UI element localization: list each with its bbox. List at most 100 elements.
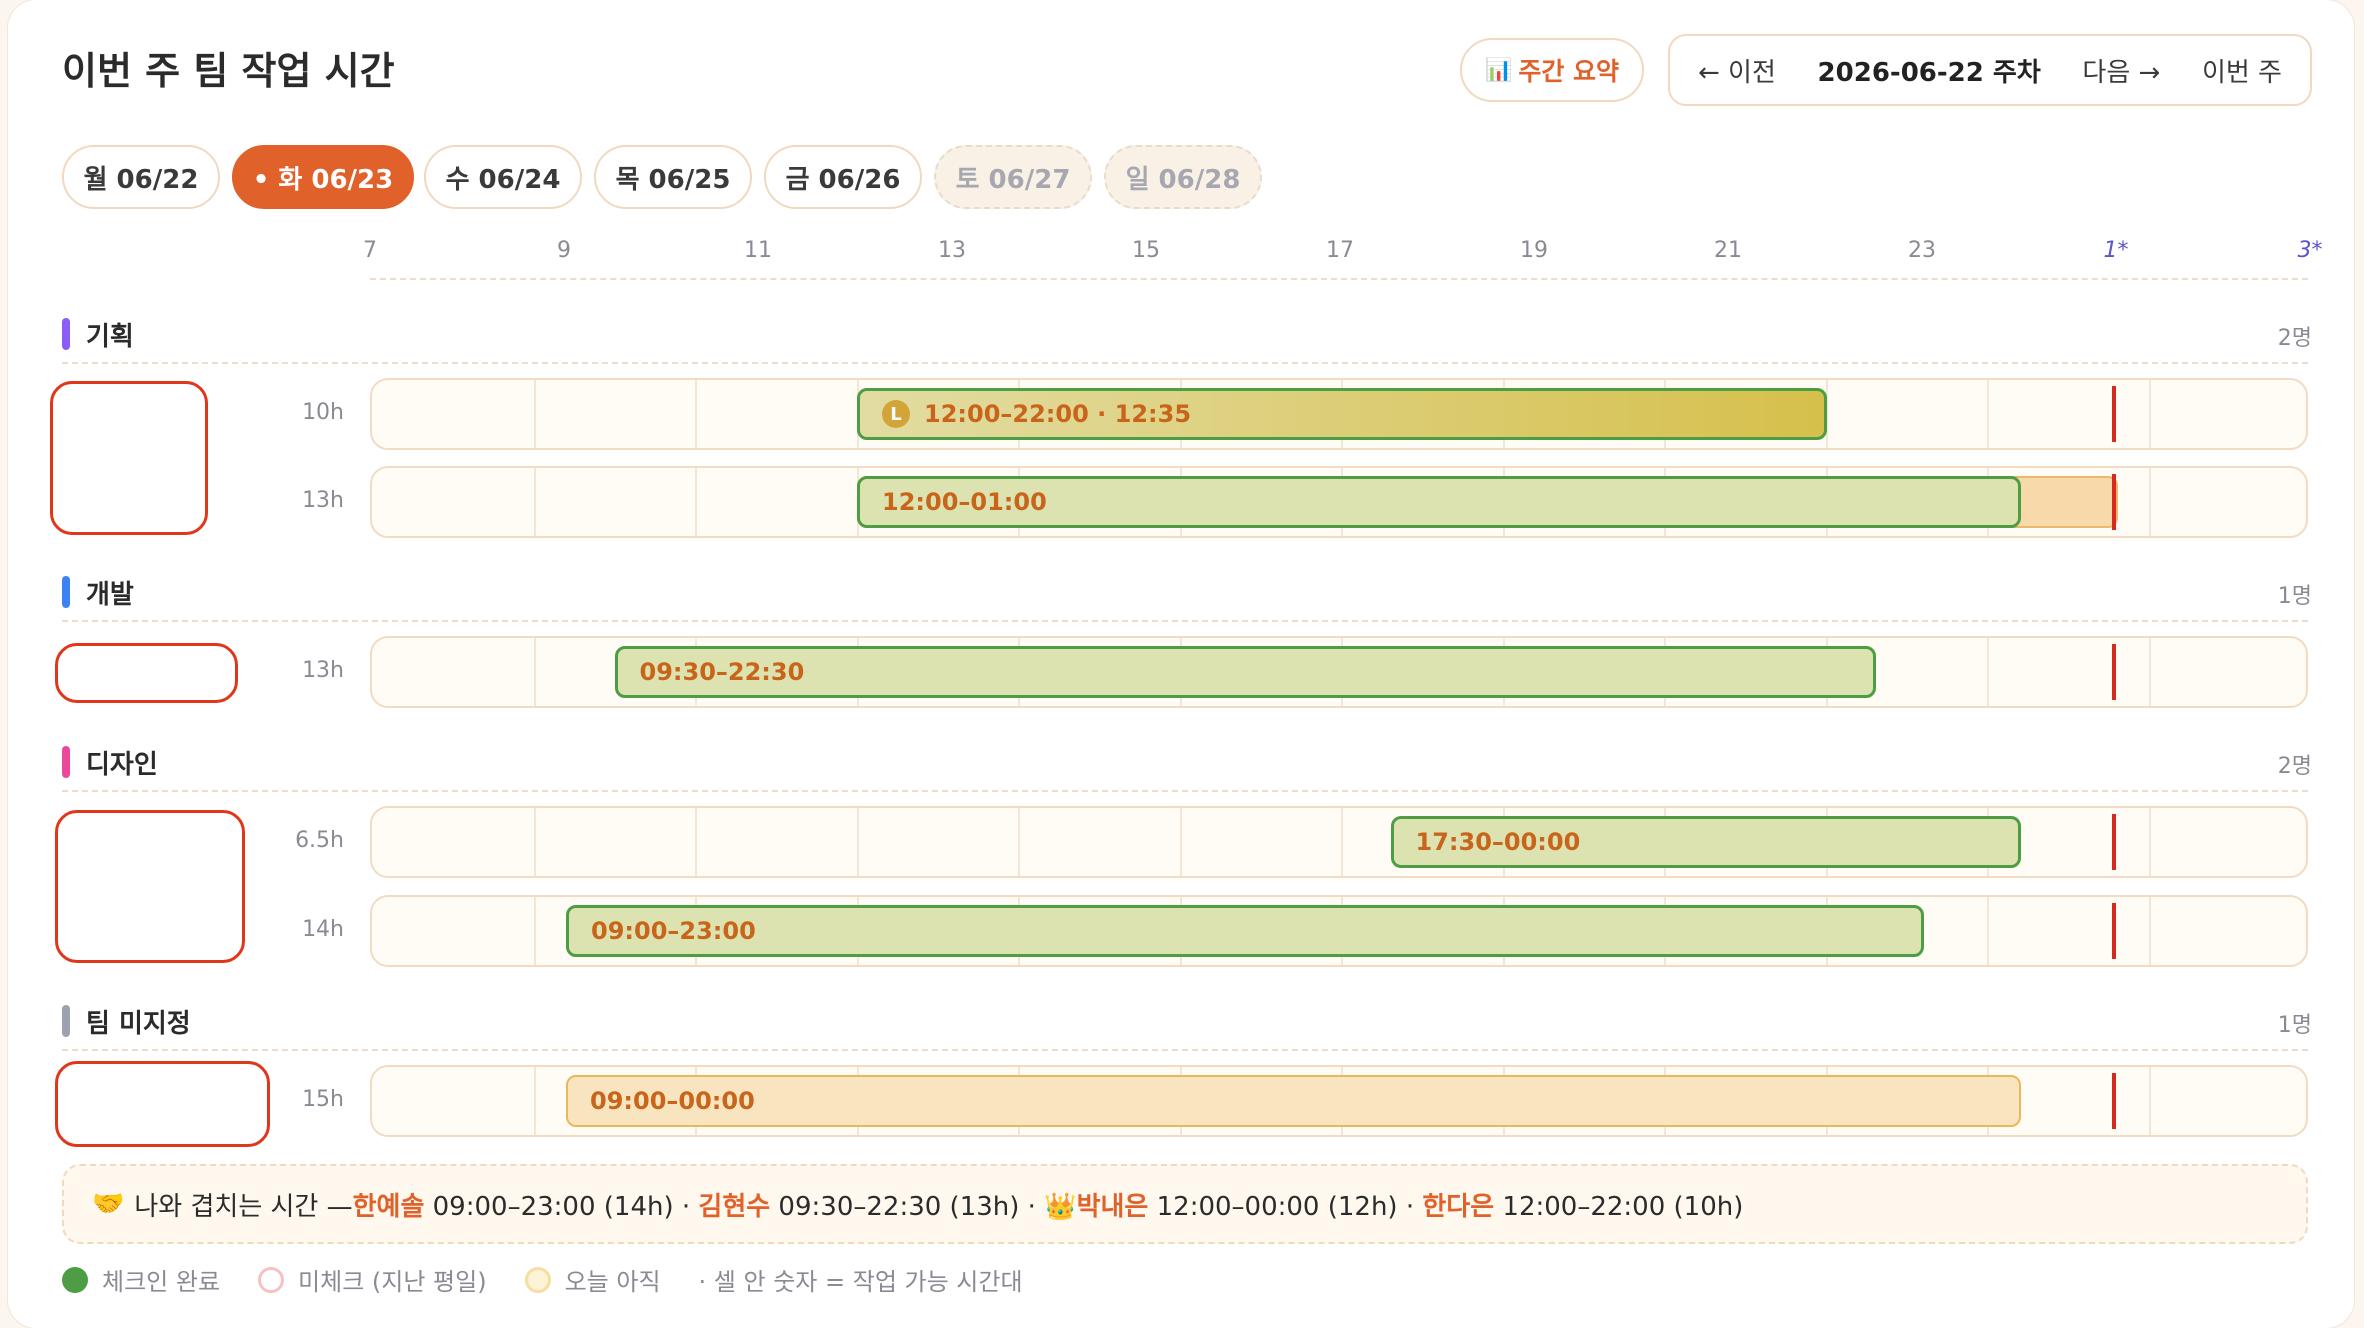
next-week-button[interactable]: 다음 →	[2082, 52, 2160, 89]
work-time-bar[interactable]: 09:00–23:00	[566, 905, 1924, 957]
day-tab-label: 목 06/25	[615, 164, 731, 195]
current-week-label: 2026-06-22 주차	[1817, 57, 2041, 88]
day-tab[interactable]: 월 06/22	[62, 145, 220, 209]
timeline-gridline	[695, 468, 697, 536]
team-name: 개발	[86, 580, 134, 610]
day-tab[interactable]: 일 06/28	[1104, 145, 1262, 209]
day-tab[interactable]: 금 06/26	[764, 145, 922, 209]
work-time-label: 09:00–00:00	[590, 1087, 755, 1115]
day-tab-label: 일 06/28	[1125, 164, 1241, 195]
legend-dot-icon	[62, 1266, 88, 1293]
member-hours: 6.5h	[295, 828, 344, 853]
team-color-bar	[62, 318, 70, 350]
overlap-member-time: 12:00–00:00 (12h)	[1148, 1191, 1398, 1222]
day-tab[interactable]: 수 06/24	[424, 145, 582, 209]
axis-tick-label: 9	[557, 238, 571, 263]
timeline-gridline	[2148, 638, 2151, 706]
current-time-line	[2112, 386, 2116, 442]
work-time-bar[interactable]: 17:30–00:00	[1390, 816, 2021, 868]
legend: 체크인 완료 미체크 (지난 평일) 오늘 아직 · 셀 안 숫자 = 작업 가능 시…	[62, 1262, 1023, 1297]
axis-tick-label: 15	[1132, 238, 1160, 263]
legend-label: 미체크 (지난 평일)	[298, 1268, 487, 1296]
overlap-member-name: 한다은	[1422, 1191, 1495, 1222]
member-hours: 10h	[302, 400, 344, 425]
axis-tick-label: 19	[1520, 238, 1548, 263]
work-time-bar[interactable]: 09:30–22:30	[614, 646, 1876, 698]
current-time-line	[2112, 903, 2116, 959]
prev-week-button[interactable]: ← 이전	[1698, 52, 1776, 89]
work-time-label: 09:30–22:30	[639, 658, 805, 686]
current-time-line	[2112, 1073, 2116, 1129]
member-timeline: 12:00–01:00	[370, 466, 2308, 538]
timeline-gridline	[2148, 468, 2151, 536]
week-navigator: ← 이전 2026-06-22 주차 다음 → 이번 주	[1668, 34, 2312, 106]
overlap-separator: ·	[1397, 1191, 1423, 1222]
day-tab[interactable]: • 화 06/23	[232, 145, 414, 209]
this-week-button[interactable]: 이번 주	[2202, 52, 2282, 89]
work-time-label: 09:00–23:00	[591, 917, 756, 945]
work-time-bar[interactable]: L 12:00–22:00 · 12:35	[857, 388, 1827, 440]
day-tab[interactable]: 목 06/25	[594, 145, 752, 209]
team-divider	[62, 620, 2308, 622]
member-avatar-group[interactable]	[55, 643, 238, 703]
team-member-count: 2명	[2277, 754, 2312, 779]
overlap-member-time: 09:00–23:00 (14h)	[424, 1191, 674, 1222]
member-timeline: 09:00–00:00	[370, 1065, 2308, 1137]
overlap-summary: 🤝 나와 겹치는 시간 — 한예솔 09:00–23:00 (14h) · 김현…	[62, 1164, 2308, 1244]
timeline-gridline	[1179, 808, 1182, 876]
overlap-member-name: 한예솔	[352, 1191, 425, 1222]
member-avatar-group[interactable]	[50, 381, 208, 535]
legend-item: 체크인 완료	[62, 1262, 220, 1297]
team-member-count: 1명	[2277, 584, 2312, 609]
weekly-summary-label: 주간 요약	[1518, 57, 1620, 86]
legend-dot-icon	[524, 1266, 551, 1293]
axis-tick-label: 13	[938, 238, 966, 263]
member-timeline: 09:00–23:00	[370, 895, 2308, 967]
timeline-gridline	[856, 808, 859, 876]
current-time-line	[2112, 814, 2116, 870]
overlap-member-time: 09:30–22:30 (13h)	[770, 1191, 1020, 1222]
team-name: 기획	[86, 322, 134, 352]
work-time-bar[interactable]: 09:00–00:00	[566, 1075, 2021, 1127]
member-avatar-group[interactable]	[55, 810, 245, 963]
timeline-gridline	[2148, 1067, 2151, 1135]
overlap-entries: 한예솔 09:00–23:00 (14h) · 김현수 09:30–22:30 …	[353, 1186, 1744, 1223]
axis-tick-label: 7	[363, 238, 377, 263]
weekly-summary-button[interactable]: 📊 주간 요약	[1460, 38, 1644, 102]
team-member-count: 2명	[2277, 326, 2312, 351]
work-time-label: 12:00–01:00	[882, 488, 1047, 516]
member-timeline: 17:30–00:00	[370, 806, 2308, 878]
timeline-gridline	[533, 380, 536, 448]
team-member-count: 1명	[2277, 1013, 2312, 1038]
member-hours: 15h	[302, 1087, 344, 1112]
page-title: 이번 주 팀 작업 시간	[62, 49, 395, 93]
day-tab[interactable]: 토 06/27	[934, 145, 1092, 209]
current-time-line	[2112, 644, 2116, 700]
member-avatar-group[interactable]	[55, 1061, 270, 1147]
member-hours: 13h	[302, 658, 344, 683]
team-divider	[62, 1049, 2308, 1051]
axis-tick-label: 1*	[2103, 238, 2129, 263]
legend-label: 체크인 완료	[102, 1268, 221, 1296]
timeline-gridline	[1987, 638, 1989, 706]
timeline-gridline	[533, 638, 536, 706]
time-axis-line	[370, 278, 2308, 280]
timeline-gridline	[2148, 808, 2151, 876]
day-tab-label: 토 06/27	[955, 164, 1071, 195]
handshake-icon: 🤝	[92, 1189, 125, 1219]
legend-note: · 셀 안 숫자 = 작업 가능 시간대	[698, 1268, 1023, 1296]
work-time-label: 12:00–22:00 · 12:35	[924, 400, 1192, 428]
member-hours: 13h	[302, 488, 344, 513]
leader-badge-icon: L	[882, 400, 910, 428]
legend-item: 미체크 (지난 평일)	[258, 1262, 487, 1297]
timeline-gridline	[695, 808, 697, 876]
axis-tick-label: 11	[744, 238, 772, 263]
overlap-member-name: 박내은	[1076, 1191, 1149, 1222]
work-time-bar[interactable]: 12:00–01:00	[857, 476, 2021, 528]
member-timeline: 09:30–22:30	[370, 636, 2308, 708]
axis-tick-label: 3*	[2297, 238, 2323, 263]
timeline-gridline	[1987, 897, 1989, 965]
legend-dot-icon	[258, 1266, 285, 1293]
timeline-gridline	[1987, 380, 1989, 448]
crown-icon: 👑	[1044, 1191, 1077, 1222]
